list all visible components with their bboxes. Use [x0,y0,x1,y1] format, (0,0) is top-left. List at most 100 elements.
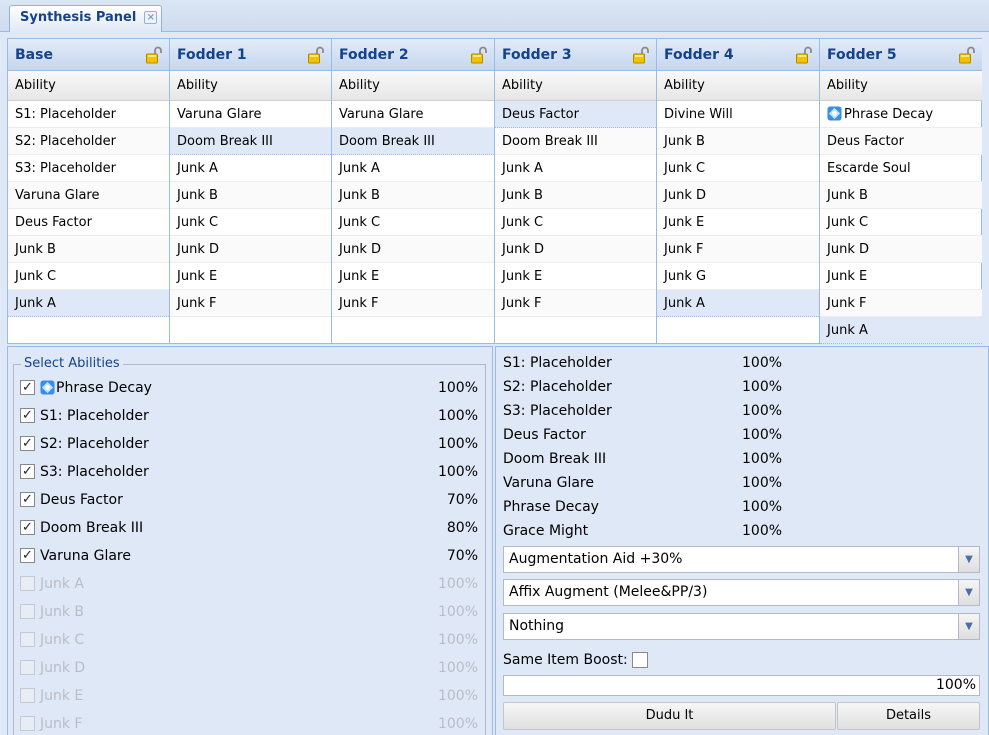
table-row[interactable]: Junk B [170,182,331,209]
table-row[interactable]: Junk C [657,155,819,182]
table-row[interactable]: Varuna Glare [8,182,169,209]
ability-checkbox[interactable]: ✓ [20,436,35,451]
table-row[interactable]: S3: Placeholder [8,155,169,182]
table-row[interactable]: Doom Break III [495,128,656,155]
table-row[interactable]: Junk B [332,182,494,209]
table-row[interactable]: Junk E [495,263,656,290]
table-row[interactable]: Junk B [820,182,982,209]
table-row[interactable]: Junk C [495,209,656,236]
ability-column-header[interactable]: Ability [657,71,819,101]
ability-name: Deus Factor [827,134,904,149]
table-row[interactable]: Escarde Soul [820,155,982,182]
ability-checkbox[interactable]: ✓ [20,464,35,479]
table-row[interactable]: Junk C [332,209,494,236]
ability-checkbox[interactable]: ✓ [20,380,35,395]
table-row[interactable]: Junk E [820,263,982,290]
result-item: Varuna Glare 100% [503,472,803,494]
table-row[interactable]: Junk F [495,290,656,317]
table-row[interactable]: S2: Placeholder [8,128,169,155]
ability-name: Junk A [502,161,543,176]
affix-augment-select[interactable]: Affix Augment (Melee&PP/3) ▼ [503,579,980,606]
ability-checkbox[interactable]: ✓ [20,408,35,423]
grid-column-fodder-3: Fodder 3 Ability Deus Factor Doom Break III… [495,39,657,343]
table-row[interactable]: Junk C [170,209,331,236]
tab-synthesis-panel[interactable]: Synthesis Panel × [9,5,163,32]
table-row[interactable]: S1: Placeholder [8,101,169,128]
same-item-boost-checkbox[interactable] [632,652,648,668]
table-row[interactable]: Junk E [332,263,494,290]
table-row[interactable]: Junk A [657,290,819,317]
chevron-down-icon[interactable]: ▼ [958,580,979,605]
chevron-down-icon[interactable]: ▼ [958,547,979,572]
table-row[interactable]: Doom Break III [170,128,331,155]
grid-column-fodder-4: Fodder 4 Ability Divine Will Junk B Junk C Ju… [657,39,820,343]
ability-checkbox[interactable]: ✓ [20,548,35,563]
unlock-icon[interactable] [795,46,813,64]
ability-column-header[interactable]: Ability [170,71,331,101]
ability-option[interactable]: ✓ Deus Factor 70% [20,489,486,511]
extra-item-select[interactable]: Nothing ▼ [503,613,980,640]
table-row[interactable]: Varuna Glare [332,101,494,128]
ability-name: Junk A [827,323,868,338]
table-row[interactable]: Varuna Glare [170,101,331,128]
table-row[interactable]: Junk A [820,317,982,344]
ability-checkbox[interactable]: ✓ [20,520,35,535]
table-row[interactable]: Junk B [657,128,819,155]
ability-option[interactable]: ✓ S1: Placeholder 100% [20,405,486,427]
table-row[interactable]: Junk B [495,182,656,209]
ability-name: Junk A [15,296,56,311]
table-row[interactable]: Junk D [820,236,982,263]
ability-option-percent: 100% [437,436,478,452]
table-row[interactable]: Junk D [657,182,819,209]
close-icon[interactable]: × [144,11,158,24]
table-row[interactable]: Junk D [495,236,656,263]
augmentation-aid-select[interactable]: Augmentation Aid +30% ▼ [503,546,980,573]
table-row[interactable]: Junk D [170,236,331,263]
table-row[interactable]: Divine Will [657,101,819,128]
ability-option[interactable]: ✓ Phrase Decay 100% [20,377,486,399]
table-row[interactable]: Junk A [170,155,331,182]
table-row[interactable]: Junk F [332,290,494,317]
table-row[interactable]: Junk C [8,263,169,290]
dudu-it-button[interactable]: Dudu It [503,702,836,730]
table-row[interactable]: Junk F [170,290,331,317]
table-row[interactable]: Junk F [820,290,982,317]
unlock-icon[interactable] [958,46,976,64]
table-row[interactable]: Phrase Decay [820,101,982,128]
table-row[interactable]: Junk A [332,155,494,182]
unlock-icon[interactable] [470,46,488,64]
ability-column-header[interactable]: Ability [8,71,169,101]
ability-option-name: Phrase Decay [56,380,152,396]
ability-name: Junk F [664,242,704,257]
ability-option[interactable]: ✓ Doom Break III 80% [20,517,486,539]
unlock-icon[interactable] [145,46,163,64]
table-row[interactable]: Junk A [8,290,169,317]
table-row[interactable]: Junk C [820,209,982,236]
ability-name: Junk F [502,296,542,311]
ability-checkbox[interactable]: ✓ [20,492,35,507]
unlock-icon[interactable] [632,46,650,64]
table-row[interactable]: Deus Factor [820,128,982,155]
chevron-down-icon[interactable]: ▼ [958,614,979,639]
table-row[interactable]: Junk D [332,236,494,263]
column-header: Fodder 4 [657,39,819,71]
table-row[interactable]: Junk A [495,155,656,182]
ability-column-header[interactable]: Ability [332,71,494,101]
table-row[interactable]: Junk G [657,263,819,290]
details-button[interactable]: Details [837,702,980,730]
ability-option[interactable]: ✓ S2: Placeholder 100% [20,433,486,455]
table-row[interactable]: Doom Break III [332,128,494,155]
ability-option[interactable]: ✓ S3: Placeholder 100% [20,461,486,483]
table-row[interactable]: Junk B [8,236,169,263]
unlock-icon[interactable] [307,46,325,64]
ability-gem-icon [827,106,842,121]
result-percent: 100% [742,427,783,443]
table-row[interactable]: Deus Factor [495,101,656,128]
table-row[interactable]: Junk E [657,209,819,236]
ability-option[interactable]: ✓ Varuna Glare 70% [20,545,486,567]
table-row[interactable]: Junk E [170,263,331,290]
ability-column-header[interactable]: Ability [820,71,982,101]
ability-column-header[interactable]: Ability [495,71,656,101]
table-row[interactable]: Deus Factor [8,209,169,236]
table-row[interactable]: Junk F [657,236,819,263]
